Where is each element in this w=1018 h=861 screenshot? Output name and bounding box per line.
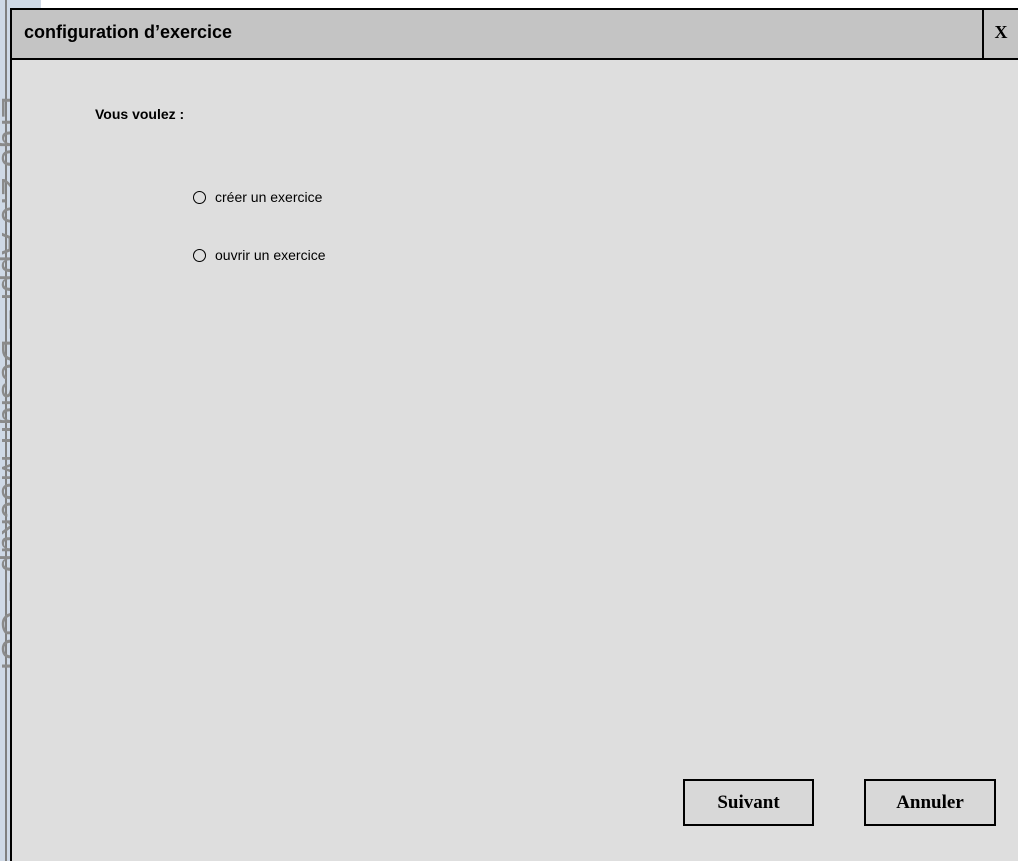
radio-button-icon[interactable]	[193, 190, 206, 204]
dialog-titlebar: configuration d’exercice X	[12, 10, 1018, 60]
option-open-exercise[interactable]: ouvrir un exercice	[193, 245, 326, 265]
option-label: ouvrir un exercice	[215, 247, 326, 263]
cancel-button[interactable]: Annuler	[864, 779, 996, 826]
radio-button-icon[interactable]	[193, 248, 206, 262]
option-label: créer un exercice	[215, 189, 323, 205]
close-button[interactable]: X	[982, 10, 1018, 58]
next-button[interactable]: Suivant	[683, 779, 814, 826]
option-create-exercise[interactable]: créer un exercice	[193, 187, 322, 207]
dialog-title: configuration d’exercice	[24, 22, 233, 42]
prompt-label: Vous voulez :	[95, 106, 185, 122]
configuration-dialog: configuration d’exercice X	[10, 8, 1018, 861]
